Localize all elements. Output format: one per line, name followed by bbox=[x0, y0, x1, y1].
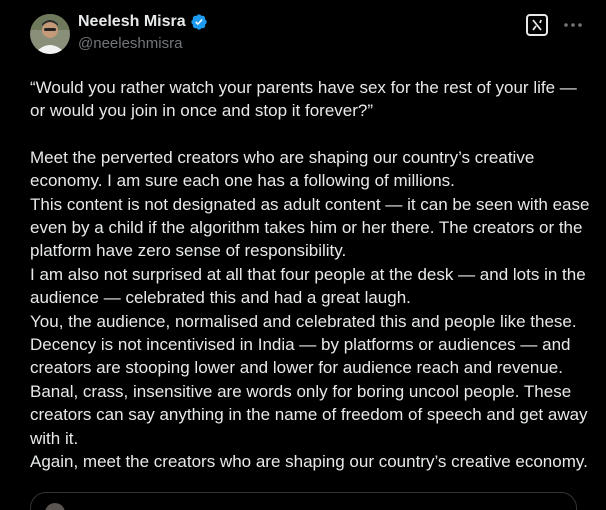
author-names: Neelesh Misra @neeleshmisra bbox=[78, 12, 208, 52]
post-card: Neelesh Misra @neeleshmisra “Would you r… bbox=[0, 0, 606, 510]
post-paragraph: This content is not designated as adult … bbox=[30, 194, 590, 261]
embedded-quote-card[interactable] bbox=[30, 492, 577, 510]
profile-photo-icon bbox=[30, 14, 70, 54]
post-paragraph: Banal, crass, insensitive are words only… bbox=[30, 381, 588, 448]
post-text: “Would you rather watch your parents hav… bbox=[30, 76, 590, 474]
author-avatar[interactable] bbox=[30, 14, 70, 54]
post-paragraph: Again, meet the creators who are shaping… bbox=[30, 452, 588, 472]
more-options-button[interactable] bbox=[562, 14, 584, 36]
verified-badge-icon bbox=[190, 14, 207, 30]
post-quote-line: “Would you rather watch your parents hav… bbox=[30, 78, 577, 121]
post-paragraph: Meet the perverted creators who are shap… bbox=[30, 147, 535, 191]
name-row: Neelesh Misra bbox=[78, 12, 208, 32]
more-options-icon bbox=[564, 23, 582, 27]
post-paragraph: I am also not surprised at all that four… bbox=[30, 264, 586, 308]
grok-icon bbox=[532, 19, 542, 31]
author-handle[interactable]: @neeleshmisra bbox=[78, 35, 208, 52]
post-paragraph: You, the audience, normalised and celebr… bbox=[30, 311, 577, 331]
post-actions bbox=[526, 14, 584, 36]
quote-avatar bbox=[45, 503, 65, 510]
author-display-name[interactable]: Neelesh Misra bbox=[78, 13, 186, 31]
grok-button[interactable] bbox=[526, 14, 548, 36]
post-paragraph: Decency is not incentivised in India — b… bbox=[30, 335, 571, 378]
post-header: Neelesh Misra @neeleshmisra bbox=[30, 12, 576, 60]
